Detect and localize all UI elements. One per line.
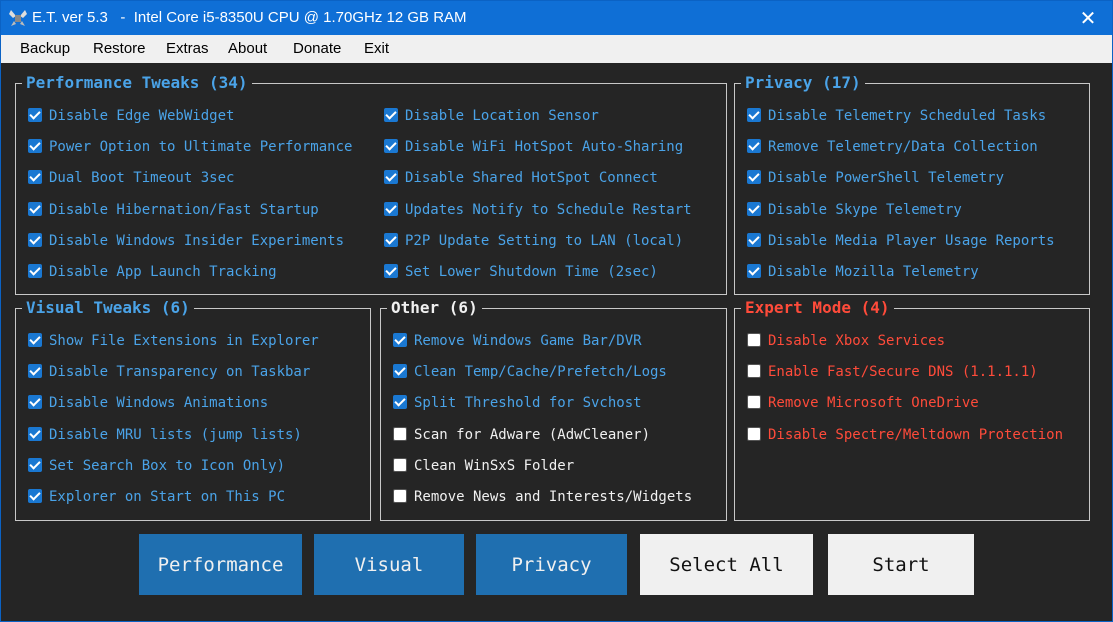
checkbox[interactable]	[28, 489, 42, 503]
menu-exit[interactable]: Exit	[364, 40, 389, 57]
checkbox[interactable]	[747, 233, 761, 247]
option-label: Disable Location Sensor	[405, 108, 599, 124]
checkbox[interactable]	[747, 395, 761, 409]
checkbox[interactable]	[393, 364, 407, 378]
tweaker-window: E.T. ver 5.3 - Intel Core i5-8350U CPU @…	[0, 0, 1113, 622]
checkbox[interactable]	[384, 264, 398, 278]
checkbox[interactable]	[747, 108, 761, 122]
checkbox[interactable]	[28, 202, 42, 216]
checkbox[interactable]	[28, 170, 42, 184]
checkbox[interactable]	[28, 427, 42, 441]
checkbox[interactable]	[393, 458, 407, 472]
group-title-visual: Visual Tweaks (6)	[22, 298, 194, 318]
checkbox[interactable]	[384, 170, 398, 184]
expert-mode-group: Expert Mode (4) Disable Xbox Services En…	[734, 298, 1090, 521]
checkbox[interactable]	[28, 458, 42, 472]
group-title-other: Other (6)	[387, 298, 482, 318]
option-label: Clean WinSxS Folder	[414, 458, 575, 474]
checkbox[interactable]	[384, 139, 398, 153]
checkbox[interactable]	[28, 333, 42, 347]
checkbox[interactable]	[747, 264, 761, 278]
checkbox[interactable]	[747, 202, 761, 216]
option-label: Disable WiFi HotSpot Auto-Sharing	[405, 139, 684, 155]
menu-extras[interactable]: Extras	[166, 40, 209, 57]
option-label: Disable Media Player Usage Reports	[768, 233, 1055, 249]
option-label: Dual Boot Timeout 3sec	[49, 170, 235, 186]
option-label: Updates Notify to Schedule Restart	[405, 202, 692, 218]
checkbox[interactable]	[28, 364, 42, 378]
group-title-privacy: Privacy (17)	[741, 73, 865, 93]
other-group: Other (6) Remove Windows Game Bar/DVR Cl…	[380, 298, 727, 521]
option-label: Disable Transparency on Taskbar	[49, 364, 311, 380]
option-label: Disable Xbox Services	[768, 333, 946, 349]
option-label: Set Lower Shutdown Time (2sec)	[405, 264, 658, 280]
checkbox[interactable]	[28, 233, 42, 247]
option-label: Disable PowerShell Telemetry	[768, 170, 1005, 186]
checkbox[interactable]	[28, 139, 42, 153]
group-title-performance: Performance Tweaks (34)	[22, 73, 252, 93]
option-label: Disable Shared HotSpot Connect	[405, 170, 658, 186]
window-title: E.T. ver 5.3 - Intel Core i5-8350U CPU @…	[32, 9, 467, 26]
checkbox[interactable]	[384, 202, 398, 216]
checkbox[interactable]	[28, 264, 42, 278]
option-label: Disable Telemetry Scheduled Tasks	[768, 108, 1047, 124]
option-label: Disable Mozilla Telemetry	[768, 264, 979, 280]
option-label: Disable App Launch Tracking	[49, 264, 277, 280]
performance-button[interactable]: Performance	[139, 534, 302, 595]
option-label: Disable Windows Insider Experiments	[49, 233, 345, 249]
visual-tweaks-group: Visual Tweaks (6) Show File Extensions i…	[15, 298, 371, 521]
checkbox[interactable]	[28, 395, 42, 409]
checkbox[interactable]	[384, 108, 398, 122]
group-title-expert: Expert Mode (4)	[741, 298, 894, 318]
checkbox[interactable]	[393, 427, 407, 441]
checkbox[interactable]	[28, 108, 42, 122]
option-label: Remove Telemetry/Data Collection	[768, 139, 1038, 155]
option-label: Disable Hibernation/Fast Startup	[49, 202, 319, 218]
checkbox[interactable]	[747, 139, 761, 153]
privacy-group: Privacy (17) Disable Telemetry Scheduled…	[734, 73, 1090, 295]
menu-donate[interactable]: Donate	[293, 40, 341, 57]
menu-bar: Backup Restore Extras About Donate Exit	[1, 35, 1112, 63]
menu-restore[interactable]: Restore	[93, 40, 146, 57]
option-label: Remove News and Interests/Widgets	[414, 489, 693, 505]
checkbox[interactable]	[384, 233, 398, 247]
privacy-button[interactable]: Privacy	[476, 534, 627, 595]
checkbox[interactable]	[747, 427, 761, 441]
title-bar: E.T. ver 5.3 - Intel Core i5-8350U CPU @…	[1, 1, 1112, 35]
option-label: Enable Fast/Secure DNS (1.1.1.1)	[768, 364, 1038, 380]
menu-backup[interactable]: Backup	[20, 40, 70, 57]
option-label: P2P Update Setting to LAN (local)	[405, 233, 684, 249]
option-label: Remove Windows Game Bar/DVR	[414, 333, 642, 349]
option-label: Disable Edge WebWidget	[49, 108, 235, 124]
select-all-button[interactable]: Select All	[640, 534, 813, 595]
option-label: Disable Spectre/Meltdown Protection	[768, 427, 1064, 443]
option-label: Remove Microsoft OneDrive	[768, 395, 979, 411]
checkbox[interactable]	[747, 364, 761, 378]
option-label: Power Option to Ultimate Performance	[49, 139, 353, 155]
app-icon	[9, 10, 27, 26]
checkbox[interactable]	[393, 489, 407, 503]
option-label: Explorer on Start on This PC	[49, 489, 286, 505]
option-label: Disable Skype Telemetry	[768, 202, 962, 218]
close-icon[interactable]: ✕	[1076, 6, 1100, 30]
performance-tweaks-group: Performance Tweaks (34) Disable Edge Web…	[15, 73, 727, 295]
option-label: Split Threshold for Svchost	[414, 395, 642, 411]
option-label: Disable Windows Animations	[49, 395, 269, 411]
checkbox[interactable]	[747, 170, 761, 184]
checkbox[interactable]	[393, 395, 407, 409]
option-label: Show File Extensions in Explorer	[49, 333, 319, 349]
menu-about[interactable]: About	[228, 40, 267, 57]
option-label: Clean Temp/Cache/Prefetch/Logs	[414, 364, 667, 380]
option-label: Set Search Box to Icon Only)	[49, 458, 286, 474]
option-label: Scan for Adware (AdwCleaner)	[414, 427, 651, 443]
option-label: Disable MRU lists (jump lists)	[49, 427, 302, 443]
checkbox[interactable]	[747, 333, 761, 347]
visual-button[interactable]: Visual	[314, 534, 464, 595]
checkbox[interactable]	[393, 333, 407, 347]
start-button[interactable]: Start	[828, 534, 974, 595]
